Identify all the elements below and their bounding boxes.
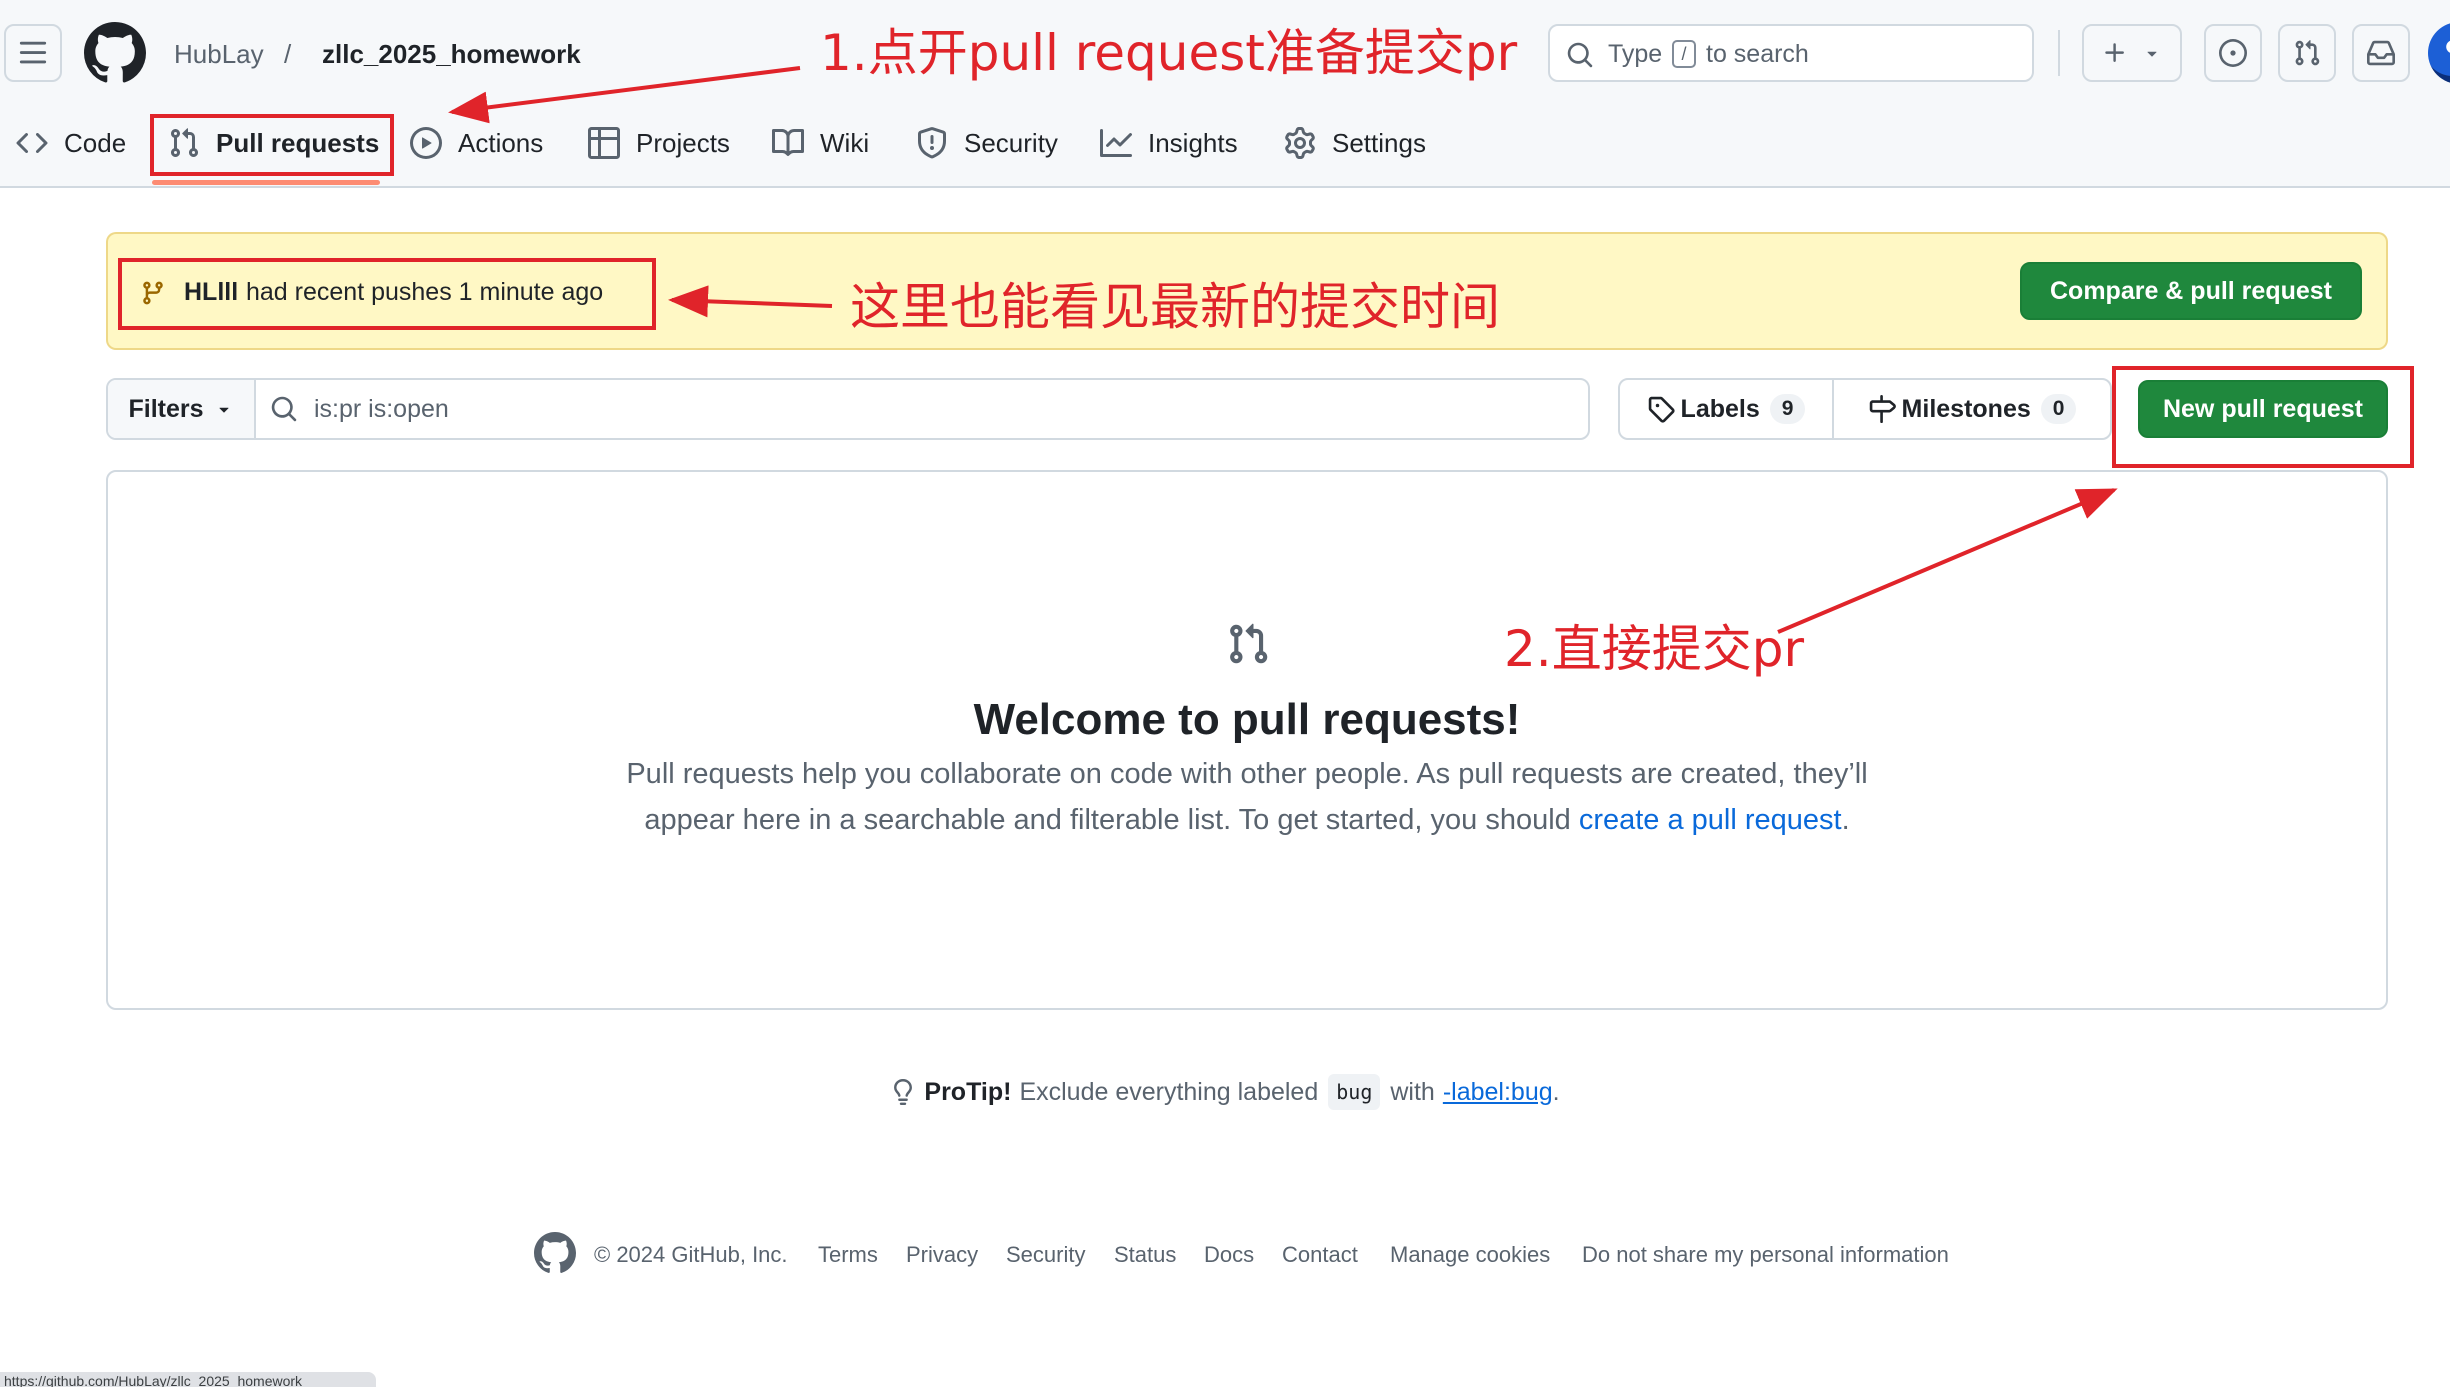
arrow-to-pull-requests-tab <box>448 66 801 124</box>
annotation-arrows <box>448 66 2118 634</box>
arrow-to-recent-pushes <box>668 285 833 318</box>
arrow-to-new-pull-request <box>1777 488 2118 634</box>
